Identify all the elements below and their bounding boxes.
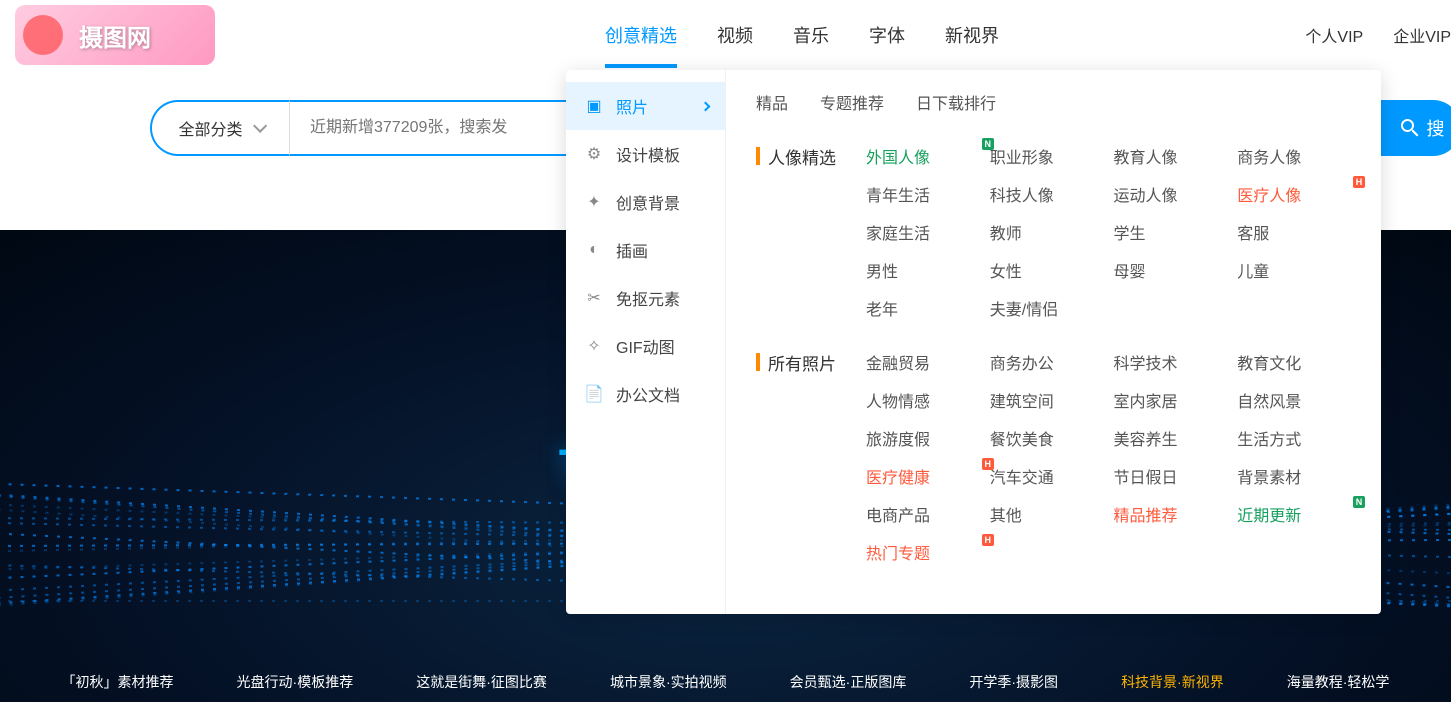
mega-section-title-1: 所有照片 xyxy=(756,350,866,564)
mega-content: 精品 专题推荐 日下载排行 人像精选外国人像N 职业形象教育人像商务人像青年生活科技人… xyxy=(726,70,1381,614)
mega-side-item-1[interactable]: ⚙设计模板 xyxy=(566,130,725,178)
logo-text: 摄图网 xyxy=(79,18,151,53)
search-icon xyxy=(1398,116,1422,140)
mega-top-tab-0[interactable]: 精品 xyxy=(756,90,788,114)
mega-link-0-15[interactable]: 儿童 xyxy=(1237,258,1351,282)
mega-link-0-16[interactable]: 老年 xyxy=(866,296,980,320)
mega-link-1-14[interactable]: 节日假日 xyxy=(1114,464,1228,488)
mega-link-0-3[interactable]: 商务人像 xyxy=(1237,144,1351,168)
mega-link-0-8[interactable]: 家庭生活 xyxy=(866,220,980,244)
right-nav: 个人VIP 企业VIP xyxy=(1305,23,1451,47)
mega-link-1-6[interactable]: 室内家居 xyxy=(1114,388,1228,412)
mega-side-item-3[interactable]: ◐插画 xyxy=(566,226,725,274)
bottom-links: 「初秋」素材推荐 光盘行动·模板推荐 这就是街舞·征图比赛 城市景象·实拍视频 会员甄选… xyxy=(0,672,1451,692)
site-logo[interactable]: 摄图网 xyxy=(15,5,215,65)
mega-link-1-13[interactable]: 汽车交通 xyxy=(990,464,1104,488)
mega-link-1-0[interactable]: 金融贸易 xyxy=(866,350,980,374)
search-button-label: 搜 xyxy=(1427,115,1445,141)
mega-link-1-7[interactable]: 自然风景 xyxy=(1237,388,1351,412)
chevron-right-icon xyxy=(701,101,711,111)
mega-link-0-5[interactable]: 科技人像 xyxy=(990,182,1104,206)
side-icon-3: ◐ xyxy=(584,240,604,260)
mega-sidebar: ▣照片⚙设计模板✦创意背景◐插画✂免抠元素✧GIF动图📄办公文档 xyxy=(566,70,726,614)
mega-link-1-18[interactable]: 精品推荐 xyxy=(1114,502,1228,526)
mega-link-1-9[interactable]: 餐饮美食 xyxy=(990,426,1104,450)
mega-link-1-3[interactable]: 教育文化 xyxy=(1237,350,1351,374)
side-icon-6: 📄 xyxy=(584,384,604,404)
main-nav: 创意精选视频音乐字体新视界 xyxy=(605,2,999,68)
bottom-link-2[interactable]: 这就是街舞·征图比赛 xyxy=(416,672,547,692)
mega-link-0-2[interactable]: 教育人像 xyxy=(1114,144,1228,168)
category-select[interactable]: 全部分类 xyxy=(150,100,290,156)
bottom-link-4[interactable]: 会员甄选·正版图库 xyxy=(790,672,907,692)
mega-link-0-6[interactable]: 运动人像 xyxy=(1114,182,1228,206)
mega-link-1-15[interactable]: 背景素材 xyxy=(1237,464,1351,488)
mega-link-0-14[interactable]: 母婴 xyxy=(1114,258,1228,282)
mega-side-item-2[interactable]: ✦创意背景 xyxy=(566,178,725,226)
mega-link-0-17[interactable]: 夫妻/情侣 xyxy=(990,296,1104,320)
badge-h: H xyxy=(1353,176,1365,188)
bottom-link-5[interactable]: 开学季·摄影图 xyxy=(969,672,1058,692)
mega-top-tab-2[interactable]: 日下载排行 xyxy=(916,90,996,114)
nav-item-2[interactable]: 音乐 xyxy=(793,2,829,68)
side-icon-1: ⚙ xyxy=(584,144,604,164)
mega-link-0-9[interactable]: 教师 xyxy=(990,220,1104,244)
side-icon-5: ✧ xyxy=(584,336,604,356)
side-icon-0: ▣ xyxy=(584,96,604,116)
mega-top-tab-1[interactable]: 专题推荐 xyxy=(820,90,884,114)
mega-side-item-4[interactable]: ✂免抠元素 xyxy=(566,274,725,322)
mega-link-1-5[interactable]: 建筑空间 xyxy=(990,388,1104,412)
category-select-label: 全部分类 xyxy=(178,116,242,140)
nav-item-4[interactable]: 新视界 xyxy=(945,2,999,68)
mega-link-1-4[interactable]: 人物情感 xyxy=(866,388,980,412)
mega-link-1-1[interactable]: 商务办公 xyxy=(990,350,1104,374)
mega-link-0-0[interactable]: 外国人像N xyxy=(866,144,980,168)
mega-link-0-12[interactable]: 男性 xyxy=(866,258,980,282)
mega-link-1-20[interactable]: 热门专题H xyxy=(866,540,980,564)
nav-item-3[interactable]: 字体 xyxy=(869,2,905,68)
bottom-link-7[interactable]: 海量教程·轻松学 xyxy=(1287,672,1390,692)
mega-link-1-10[interactable]: 美容养生 xyxy=(1114,426,1228,450)
right-nav-item-1[interactable]: 企业VIP xyxy=(1393,23,1451,47)
mega-link-0-1[interactable]: 职业形象 xyxy=(990,144,1104,168)
mega-side-item-5[interactable]: ✧GIF动图 xyxy=(566,322,725,370)
right-nav-item-0[interactable]: 个人VIP xyxy=(1305,23,1363,47)
mega-side-item-0[interactable]: ▣照片 xyxy=(566,82,725,130)
mega-section-title-0: 人像精选 xyxy=(756,144,866,320)
mega-link-0-7[interactable]: 医疗人像H xyxy=(1237,182,1351,206)
badge-n: N xyxy=(1353,496,1365,508)
nav-item-1[interactable]: 视频 xyxy=(717,2,753,68)
bottom-link-0[interactable]: 「初秋」素材推荐 xyxy=(62,672,174,692)
bottom-link-1[interactable]: 光盘行动·模板推荐 xyxy=(237,672,354,692)
mega-link-1-17[interactable]: 其他 xyxy=(990,502,1104,526)
badge-h: H xyxy=(982,534,994,546)
search-button[interactable]: 搜 xyxy=(1381,100,1451,156)
side-icon-4: ✂ xyxy=(584,288,604,308)
mega-side-item-6[interactable]: 📄办公文档 xyxy=(566,370,725,418)
mega-link-0-4[interactable]: 青年生活 xyxy=(866,182,980,206)
mega-link-0-10[interactable]: 学生 xyxy=(1114,220,1228,244)
mega-link-1-8[interactable]: 旅游度假 xyxy=(866,426,980,450)
mega-link-1-16[interactable]: 电商产品 xyxy=(866,502,980,526)
mega-top-tabs: 精品 专题推荐 日下载排行 xyxy=(756,90,1351,114)
mega-link-1-12[interactable]: 医疗健康H xyxy=(866,464,980,488)
mega-link-0-11[interactable]: 客服 xyxy=(1237,220,1351,244)
chevron-down-icon xyxy=(253,119,267,133)
bottom-link-6[interactable]: 科技背景·新视界 xyxy=(1121,672,1224,692)
mega-link-1-11[interactable]: 生活方式 xyxy=(1237,426,1351,450)
bottom-link-3[interactable]: 城市景象·实拍视频 xyxy=(610,672,727,692)
mega-link-0-13[interactable]: 女性 xyxy=(990,258,1104,282)
mega-menu: ▣照片⚙设计模板✦创意背景◐插画✂免抠元素✧GIF动图📄办公文档 精品 专题推荐 日… xyxy=(566,70,1381,614)
nav-item-0[interactable]: 创意精选 xyxy=(605,2,677,68)
mega-link-1-19[interactable]: 近期更新N xyxy=(1237,502,1351,526)
mega-link-1-2[interactable]: 科学技术 xyxy=(1114,350,1228,374)
side-icon-2: ✦ xyxy=(584,192,604,212)
